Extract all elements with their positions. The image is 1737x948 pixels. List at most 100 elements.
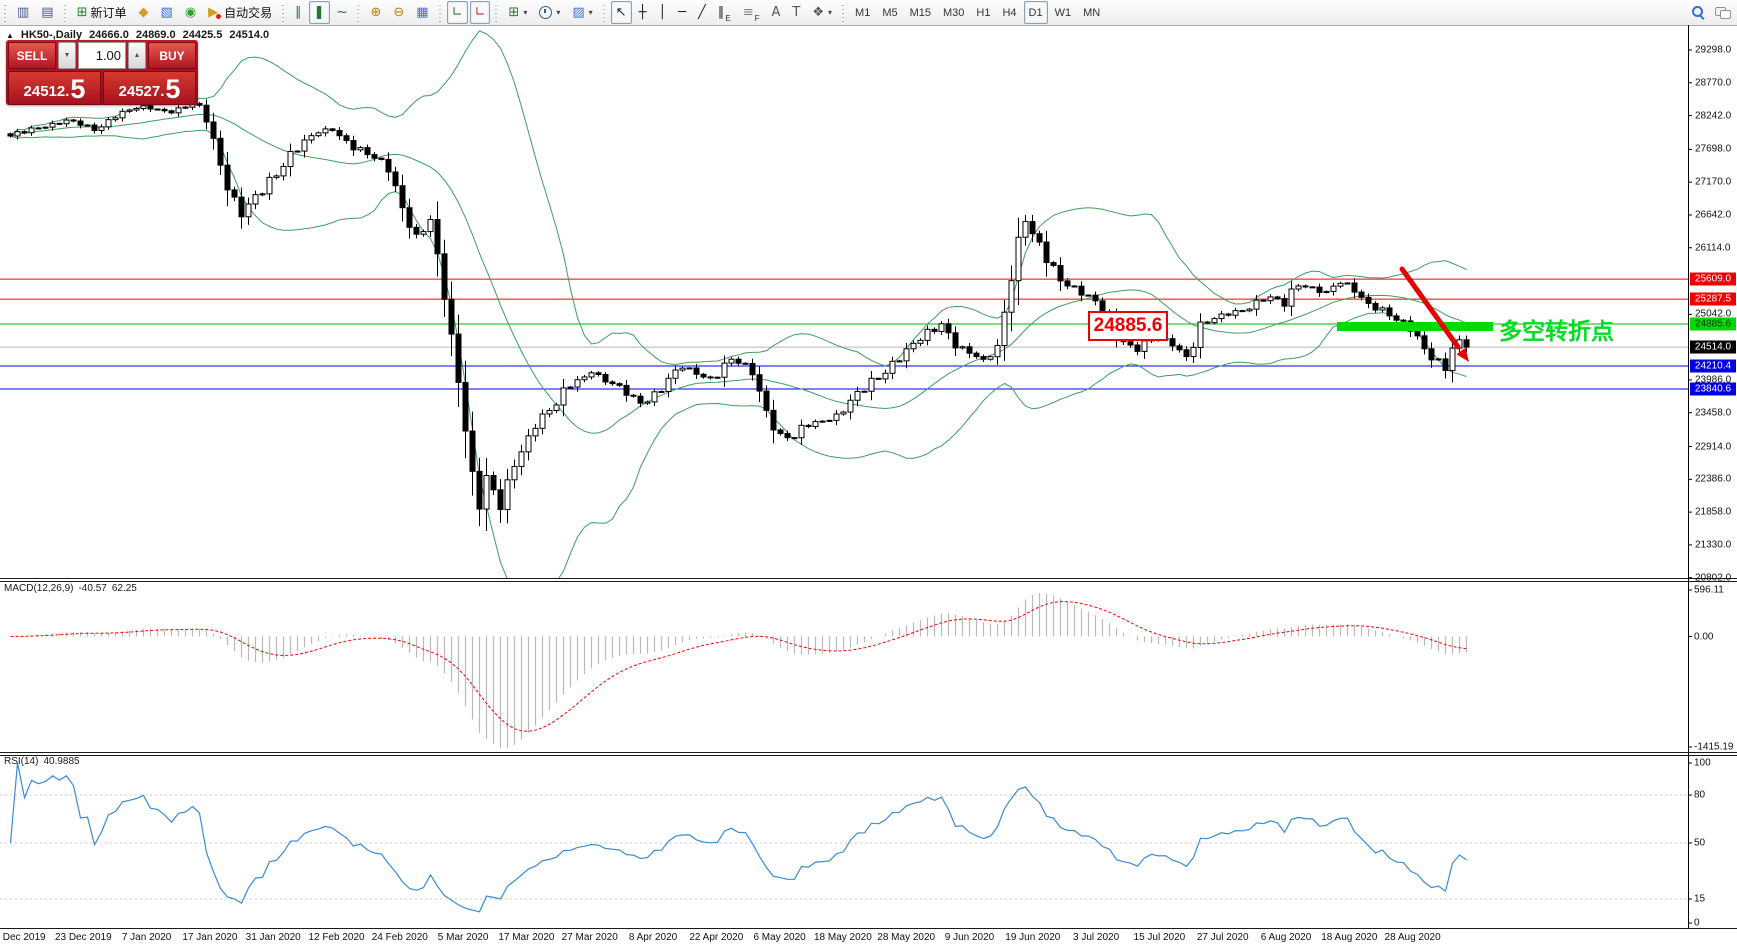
buy-button[interactable]: BUY	[148, 42, 196, 69]
tf-h4-label: H4	[1002, 6, 1017, 19]
sell-price-button[interactable]: 24512. 5	[8, 71, 101, 105]
autotrading-button[interactable]: ▶ 自动交易	[203, 1, 277, 24]
axis-label: 100	[1694, 757, 1711, 769]
rsi-indicator	[0, 762, 1688, 913]
search-icon[interactable]	[1692, 6, 1705, 19]
text-label-icon: T	[792, 5, 801, 20]
macd-name: MACD(12,26,9)	[4, 583, 74, 594]
tf-w1-button[interactable]: W1	[1050, 1, 1077, 24]
market-button[interactable]: ▧	[156, 1, 178, 24]
history-center-button[interactable]: ◆	[134, 1, 154, 24]
line-chart-button[interactable]: ~	[332, 1, 353, 24]
chat-icon[interactable]	[1715, 6, 1731, 19]
price-level-badge: 25287.5	[1690, 292, 1736, 306]
add-indicator-button[interactable]: ⊞ ▾	[503, 1, 532, 24]
date-tick-label: 23 Dec 2019	[54, 932, 112, 943]
fibonacci-sub-icon: F	[754, 14, 760, 23]
axis-label: 27698.0	[1695, 143, 1732, 155]
support-highlight-bar[interactable]	[1337, 322, 1493, 331]
fibonacci-button[interactable]: ≡ F	[738, 1, 765, 24]
price-level-badge: 24885.6	[1690, 317, 1736, 331]
toolbar-grip[interactable]	[3, 3, 8, 22]
tf-d1-label: D1	[1028, 6, 1043, 19]
periods-dropdown-icon[interactable]: ▾	[556, 8, 560, 17]
volume-decrease-button[interactable]: ▼	[58, 42, 76, 69]
sell-button[interactable]: SELL	[8, 42, 56, 69]
equidistant-channel-button[interactable]: ∥ E	[713, 1, 736, 24]
tile-windows-button[interactable]: ▦	[411, 1, 433, 24]
templates-button[interactable]: ▨ ▾	[567, 1, 597, 24]
tf-w1-label: W1	[1054, 6, 1072, 19]
vertical-line-button[interactable]: │	[653, 1, 671, 24]
date-tick-label: 28 Aug 2020	[1384, 932, 1441, 943]
arrows-dropdown-icon[interactable]: ▾	[828, 8, 832, 17]
volume-input[interactable]: 1.00	[78, 42, 126, 69]
pivot-note-text[interactable]: 多空转折点	[1499, 312, 1614, 346]
arrows-icon: ❖	[812, 5, 825, 20]
window-frames	[0, 25, 1737, 933]
periods-button[interactable]: ▾	[534, 1, 565, 24]
buy-price-pips: 5	[165, 74, 181, 104]
axis-label: 80	[1694, 789, 1706, 801]
axis-label: 28242.0	[1695, 110, 1732, 122]
text-button[interactable]: A	[767, 1, 786, 24]
zoom-out-button[interactable]: ⊖	[388, 1, 409, 24]
zoom-in-button[interactable]: ⊕	[365, 1, 386, 24]
toolbar-grip[interactable]	[437, 3, 443, 22]
new-chart-button[interactable]: ▥	[12, 1, 34, 24]
tf-m30-label: M30	[943, 6, 965, 19]
arrows-button[interactable]: ❖ ▾	[807, 1, 837, 24]
cursor-button[interactable]: ↖	[610, 1, 632, 24]
candlestick-chart-button[interactable]: ❚	[308, 1, 330, 24]
toolbar-grip[interactable]	[841, 3, 847, 22]
text-label-button[interactable]: T	[787, 1, 805, 24]
tf-d1-button[interactable]: D1	[1023, 1, 1048, 24]
chart-canvas[interactable]	[0, 25, 1737, 948]
strategy-tester-button[interactable]: ∟	[469, 1, 491, 24]
time-scale[interactable]: 1 Dec 2019 23 Dec 2019 7 Jan 2020 17 Jan 20…	[0, 929, 1737, 948]
bar-chart-button[interactable]: ∥	[290, 1, 307, 24]
toolbar-grip[interactable]	[281, 3, 287, 22]
tf-m5-button[interactable]: M5	[877, 1, 902, 24]
signals-button[interactable]: ◉	[180, 1, 201, 24]
add-indicator-dropdown-icon[interactable]: ▾	[523, 8, 527, 17]
date-tick-label: 8 Apr 2020	[628, 932, 678, 943]
data-window-button[interactable]: ∟	[446, 1, 468, 24]
tf-h1-button[interactable]: H1	[971, 1, 995, 24]
crosshair-button[interactable]: ┼	[634, 1, 652, 24]
date-tick-label: 17 Mar 2020	[498, 932, 555, 943]
axis-label: 0	[1694, 917, 1700, 929]
toolbar-grip[interactable]	[601, 3, 607, 22]
toolbar-grip[interactable]	[356, 3, 362, 22]
horizontal-level-lines[interactable]	[0, 278, 1688, 390]
rsi-value: 40.9885	[43, 756, 80, 767]
trend-annotations[interactable]	[1337, 266, 1493, 362]
new-order-icon: ⊞	[76, 5, 88, 20]
macd-label: MACD(12,26,9) -40.57 62.25	[4, 583, 137, 594]
tf-h4-button[interactable]: H4	[997, 1, 1021, 24]
templates-dropdown-icon[interactable]: ▾	[589, 8, 593, 17]
tf-m30-button[interactable]: M30	[938, 1, 969, 24]
buy-price-button[interactable]: 24527. 5	[103, 71, 196, 105]
date-tick-label: 7 Jan 2020	[121, 932, 172, 943]
price-annotation-box[interactable]: 24885.6	[1088, 311, 1168, 341]
volume-increase-button[interactable]: ▲	[128, 42, 146, 69]
date-tick-label: 1 Dec 2019	[0, 932, 46, 943]
tf-m1-label: M1	[855, 6, 871, 19]
trendline-button[interactable]: ╱	[693, 1, 711, 24]
tf-mn-button[interactable]: MN	[1078, 1, 1105, 24]
tf-m1-button[interactable]: M1	[850, 1, 875, 24]
axis-label: 26114.0	[1695, 242, 1731, 254]
toolbar-grip[interactable]	[62, 3, 68, 22]
new-order-button[interactable]: ⊞ 新订单	[72, 1, 132, 24]
macd-indicator	[10, 593, 1468, 749]
horizontal-line-button[interactable]: ─	[673, 1, 691, 24]
price-level-badge: 25609.0	[1690, 272, 1736, 286]
toolbar-grip[interactable]	[494, 3, 500, 22]
market-watch-button[interactable]: ▤	[36, 1, 58, 24]
trendline-icon: ╱	[698, 5, 706, 20]
collapse-icon[interactable]: ▲	[6, 31, 14, 40]
text-icon: A	[771, 5, 781, 20]
templates-icon: ▨	[572, 5, 585, 20]
tf-m15-button[interactable]: M15	[905, 1, 936, 24]
